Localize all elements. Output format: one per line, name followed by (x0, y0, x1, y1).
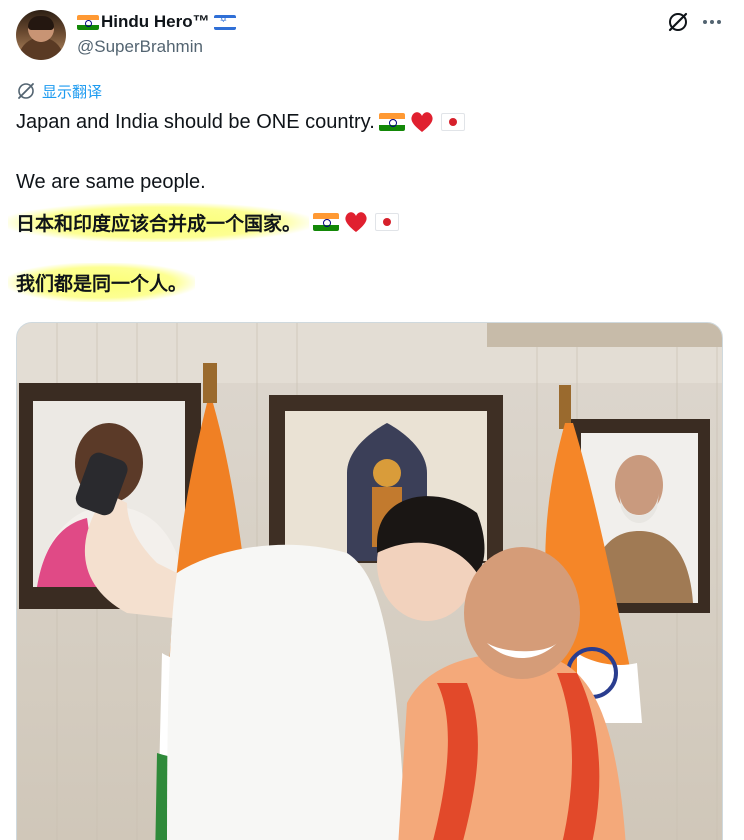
tweet-text-line-1: Japan and India should be ONE country. (16, 108, 465, 136)
tweet-text-english-2: We are same people. (16, 170, 206, 193)
grok-icon[interactable] (666, 10, 690, 34)
left-flag-finial (203, 363, 217, 403)
avatar-hair (28, 16, 54, 30)
japan-flag-icon (440, 113, 465, 131)
translate-icon (18, 83, 34, 99)
show-translation-button[interactable]: 显示翻译 (16, 80, 102, 102)
right-flag-finial (559, 385, 571, 429)
young-man-shirt (167, 544, 406, 840)
tweet-photo[interactable] (16, 322, 723, 840)
more-icon[interactable] (700, 10, 724, 34)
tweet-text-chinese-1: 日本和印度应该合并成一个国家。 (8, 202, 310, 242)
india-flag-icon (77, 14, 99, 30)
photo-illustration (17, 323, 722, 840)
tweet-text-line-2: We are same people. (16, 168, 206, 196)
tweet-text-line-4: 我们都是同一个人。 (8, 262, 196, 302)
israel-flag-icon (213, 14, 236, 30)
avatar[interactable] (16, 10, 66, 60)
display-name-row[interactable]: Hindu Hero™ (77, 10, 236, 34)
user-handle[interactable]: @SuperBrahmin (77, 37, 203, 57)
red-heart-icon (345, 212, 367, 232)
india-flag-icon (313, 213, 340, 231)
tweet-text-english-1: Japan and India should be ONE country. (16, 110, 375, 133)
india-flag-icon (378, 113, 405, 131)
elder-face (464, 547, 580, 679)
ceiling-trim (487, 323, 722, 347)
red-heart-icon (411, 112, 433, 132)
tweet-text-line-3: 日本和印度应该合并成一个国家。 (8, 202, 400, 242)
japan-flag-icon (375, 213, 400, 231)
tweet-text-chinese-2: 我们都是同一个人。 (8, 262, 196, 302)
show-translation-label[interactable]: 显示翻译 (42, 81, 102, 102)
display-name[interactable]: Hindu Hero™ (101, 12, 210, 32)
